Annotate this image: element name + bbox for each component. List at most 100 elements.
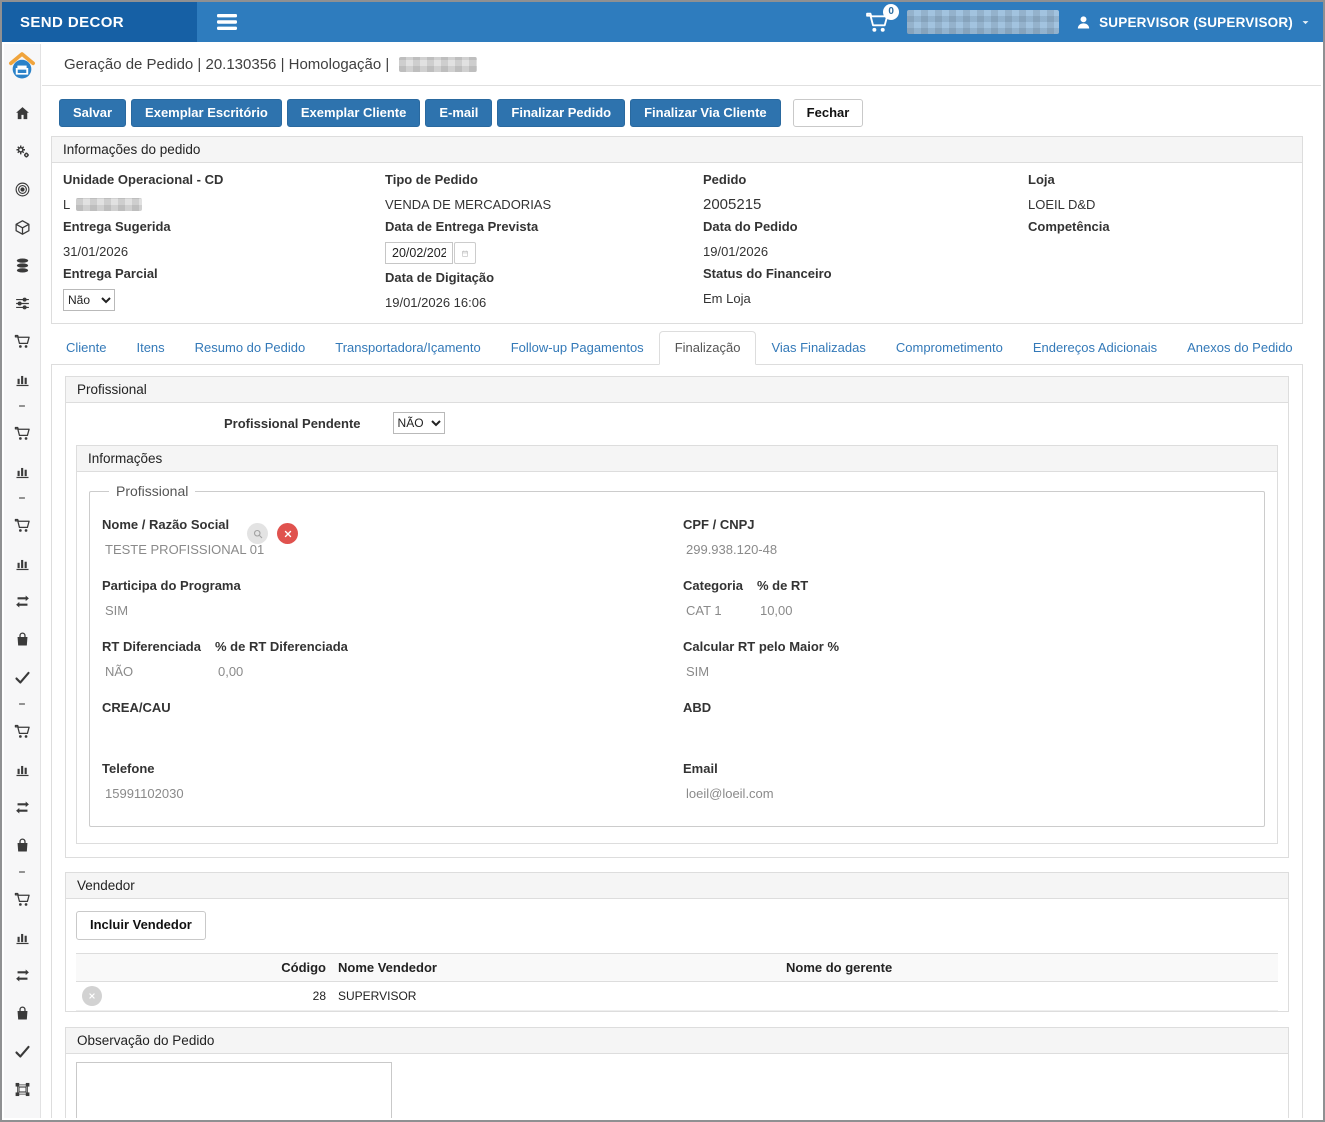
tab-cliente[interactable]: Cliente [51,332,121,364]
exemplar-cliente-button[interactable]: Exemplar Cliente [287,99,421,127]
gears-icon[interactable] [4,132,40,170]
main-content: Geração de Pedido | 20.130356 | Homologa… [42,44,1321,1118]
vendedor-gerente [780,981,1278,1010]
cart-icon[interactable] [4,414,40,452]
order-info-grid: Unidade Operacional - CDLEntrega Sugerid… [52,163,1302,323]
target-icon[interactable] [4,170,40,208]
entrega-sugerida-value: 31/01/2026 [63,242,385,260]
database-icon[interactable] [4,246,40,284]
telefone-value: 15991102030 [102,786,184,802]
categoria-label: Categoria [683,578,743,593]
hamburger-menu-icon[interactable] [215,12,239,32]
search-icon[interactable] [247,523,268,544]
de-rt-label: % de RT [757,578,808,593]
user-icon [1075,14,1092,31]
loja-label: Loja [1028,172,1302,187]
tab-comprometimento[interactable]: Comprometimento [881,332,1018,364]
bar-chart-icon[interactable] [4,918,40,956]
data-do-pedido-label: Data do Pedido [703,219,1028,234]
bar-chart-icon[interactable] [4,750,40,788]
unidade-operacional-cd-value: L [63,195,385,213]
vendedor-row: 28SUPERVISOR [76,981,1278,1010]
categoria-value: CAT 1 [683,603,743,619]
profissional-row: Participa do ProgramaSIMCategoriaCAT 1% … [102,578,1264,619]
bar-chart-icon[interactable] [4,360,40,398]
fechar-button[interactable]: Fechar [793,99,864,127]
sidebar [4,44,41,1118]
dash-icon [4,864,40,880]
home-icon[interactable] [4,94,40,132]
field-action-icons [247,523,298,544]
brand-logo-text[interactable]: SEND DECOR [2,2,197,42]
data-de-entrega-prevista-input[interactable] [385,242,453,264]
order-info-column: Unidade Operacional - CDLEntrega Sugerid… [63,166,385,311]
cart-icon[interactable] [4,322,40,360]
tab-follow-up-pagamentos[interactable]: Follow-up Pagamentos [496,332,659,364]
bag-icon[interactable] [4,994,40,1032]
scissors-icon[interactable] [4,1108,40,1118]
sliders-icon[interactable] [4,284,40,322]
e-mail-button[interactable]: E-mail [425,99,492,127]
finalizar-pedido-button[interactable]: Finalizar Pedido [497,99,625,127]
redacted-header-text [907,10,1059,34]
exemplar-escritorio-button[interactable]: Exemplar Escritório [131,99,282,127]
profissional-pendente-row: Profissional Pendente NÃO [66,403,1288,445]
cart-button[interactable]: 0 [864,10,891,35]
redacted-value [76,198,142,211]
check-icon[interactable] [4,1032,40,1070]
order-info-field: Entrega ParcialNão [63,266,385,311]
arrows-icon[interactable] [4,788,40,826]
cart-icon[interactable] [4,880,40,918]
tipo-de-pedido-value: VENDA DE MERCADORIAS [385,195,703,213]
tab-bar: ClienteItensResumo do PedidoTransportado… [51,331,1303,364]
redacted-breadcrumb-text [399,57,477,72]
tab-anexos-do-pedido[interactable]: Anexos do Pedido [1172,332,1308,364]
de-rt-diferenciada-field: % de RT Diferenciada0,00 [215,639,348,680]
delete-vendedor-icon[interactable] [82,986,102,1006]
status-do-financeiro-value: Em Loja [703,289,1028,307]
entrega-parcial-select[interactable]: Não [63,289,115,311]
bar-chart-icon[interactable] [4,452,40,490]
cart-icon[interactable] [4,712,40,750]
bag-icon[interactable] [4,620,40,658]
cart-icon[interactable] [4,506,40,544]
order-info-panel: Informações do pedido Unidade Operaciona… [51,136,1303,324]
check-icon[interactable] [4,658,40,696]
tab-transportadora-icamento[interactable]: Transportadora/Içamento [320,332,495,364]
telefone-label: Telefone [102,761,184,776]
vendedor-col-gerente: Nome do gerente [780,953,1278,981]
dash-icon [4,398,40,414]
clear-icon[interactable] [277,523,298,544]
profissional-pendente-select[interactable]: NÃO [393,412,445,434]
tab-vias-finalizadas[interactable]: Vias Finalizadas [756,332,880,364]
tab-enderecos-adicionais[interactable]: Endereços Adicionais [1018,332,1172,364]
tab-content-finalizacao: Profissional Profissional Pendente NÃO I… [51,364,1303,1118]
user-label: SUPERVISOR (SUPERVISOR) [1099,15,1293,30]
frame-icon[interactable] [4,1070,40,1108]
tab-finalizacao[interactable]: Finalização [659,331,757,365]
competencia-value [1028,242,1302,260]
tab-resumo-do-pedido[interactable]: Resumo do Pedido [180,332,321,364]
cart-count-badge: 0 [883,4,899,20]
user-menu[interactable]: SUPERVISOR (SUPERVISOR) [1075,14,1311,31]
observacao-textarea[interactable] [76,1062,392,1119]
incluir-vendedor-button[interactable]: Incluir Vendedor [76,911,206,939]
salvar-button[interactable]: Salvar [59,99,126,127]
bag-icon[interactable] [4,826,40,864]
order-info-field: Data de Entrega Prevista [385,219,703,264]
dash-icon [4,696,40,712]
categoria-field: Categoria CAT 1 [683,578,743,619]
profissional-cell: Emailloeil@loeil.com [683,761,1264,802]
arrows-icon[interactable] [4,956,40,994]
order-info-column: Tipo de PedidoVENDA DE MERCADORIASData d… [385,166,703,311]
app-logo-icon[interactable] [5,50,39,82]
tab-itens[interactable]: Itens [121,332,179,364]
email-field: Emailloeil@loeil.com [683,761,774,802]
cube-icon[interactable] [4,208,40,246]
finalizar-via-cliente-button[interactable]: Finalizar Via Cliente [630,99,781,127]
vendedor-delete-cell [76,981,120,1010]
arrows-icon[interactable] [4,582,40,620]
bar-chart-icon[interactable] [4,544,40,582]
calendar-icon[interactable] [454,242,476,264]
loja-value: LOEIL D&D [1028,195,1302,213]
